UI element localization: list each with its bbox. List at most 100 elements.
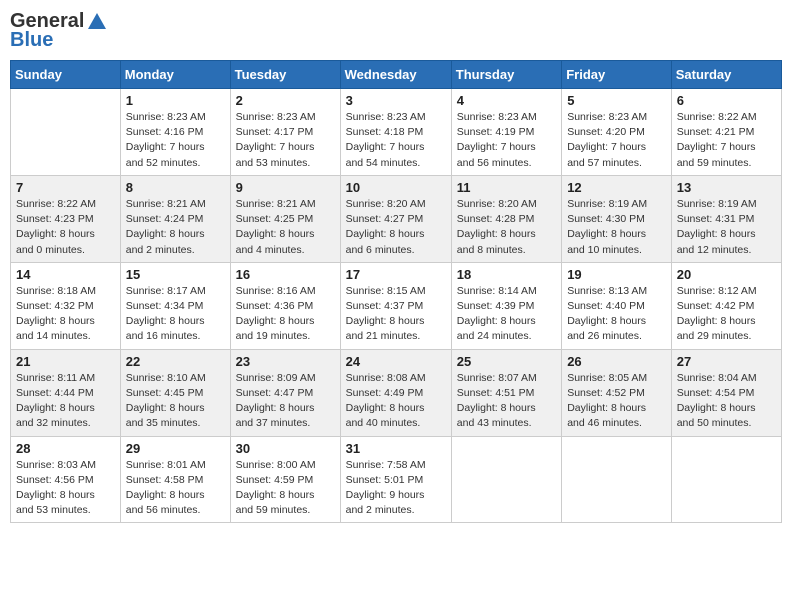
calendar-cell: 19 Sunrise: 8:13 AMSunset: 4:40 PMDayligh… xyxy=(562,262,672,349)
cell-info: Sunrise: 8:00 AMSunset: 4:59 PMDaylight:… xyxy=(236,458,335,519)
calendar-cell: 31 Sunrise: 7:58 AMSunset: 5:01 PMDayligh… xyxy=(340,436,451,523)
day-number: 21 xyxy=(16,354,115,369)
calendar-cell: 4 Sunrise: 8:23 AMSunset: 4:19 PMDaylight… xyxy=(451,89,561,176)
day-number: 29 xyxy=(126,441,225,456)
cell-info: Sunrise: 8:18 AMSunset: 4:32 PMDaylight:… xyxy=(16,284,115,345)
cell-info: Sunrise: 8:16 AMSunset: 4:36 PMDaylight:… xyxy=(236,284,335,345)
calendar-cell xyxy=(451,436,561,523)
calendar-cell: 30 Sunrise: 8:00 AMSunset: 4:59 PMDayligh… xyxy=(230,436,340,523)
cell-info: Sunrise: 8:05 AMSunset: 4:52 PMDaylight:… xyxy=(567,371,666,432)
day-number: 5 xyxy=(567,93,666,108)
calendar-cell: 18 Sunrise: 8:14 AMSunset: 4:39 PMDayligh… xyxy=(451,262,561,349)
cell-info: Sunrise: 8:23 AMSunset: 4:20 PMDaylight:… xyxy=(567,110,666,171)
page-header: General Blue xyxy=(10,10,782,52)
day-of-week-header: Tuesday xyxy=(230,61,340,89)
day-number: 18 xyxy=(457,267,556,282)
cell-info: Sunrise: 8:12 AMSunset: 4:42 PMDaylight:… xyxy=(677,284,776,345)
day-number: 26 xyxy=(567,354,666,369)
day-number: 7 xyxy=(16,180,115,195)
calendar-cell: 26 Sunrise: 8:05 AMSunset: 4:52 PMDayligh… xyxy=(562,349,672,436)
cell-info: Sunrise: 8:21 AMSunset: 4:25 PMDaylight:… xyxy=(236,197,335,258)
day-number: 14 xyxy=(16,267,115,282)
cell-info: Sunrise: 8:23 AMSunset: 4:18 PMDaylight:… xyxy=(346,110,446,171)
day-number: 31 xyxy=(346,441,446,456)
cell-info: Sunrise: 8:23 AMSunset: 4:16 PMDaylight:… xyxy=(126,110,225,171)
day-of-week-header: Sunday xyxy=(11,61,121,89)
day-number: 27 xyxy=(677,354,776,369)
day-number: 6 xyxy=(677,93,776,108)
calendar-cell: 29 Sunrise: 8:01 AMSunset: 4:58 PMDayligh… xyxy=(120,436,230,523)
day-number: 9 xyxy=(236,180,335,195)
calendar-cell: 1 Sunrise: 8:23 AMSunset: 4:16 PMDaylight… xyxy=(120,89,230,176)
calendar-cell: 25 Sunrise: 8:07 AMSunset: 4:51 PMDayligh… xyxy=(451,349,561,436)
calendar-cell: 28 Sunrise: 8:03 AMSunset: 4:56 PMDayligh… xyxy=(11,436,121,523)
calendar-cell: 27Sunrise: 8:04 AMSunset: 4:54 PMDayligh… xyxy=(671,349,781,436)
cell-info: Sunrise: 8:11 AMSunset: 4:44 PMDaylight:… xyxy=(16,371,115,432)
cell-info: Sunrise: 7:58 AMSunset: 5:01 PMDaylight:… xyxy=(346,458,446,519)
cell-info: Sunrise: 8:10 AMSunset: 4:45 PMDaylight:… xyxy=(126,371,225,432)
day-of-week-header: Thursday xyxy=(451,61,561,89)
calendar-cell: 14 Sunrise: 8:18 AMSunset: 4:32 PMDayligh… xyxy=(11,262,121,349)
day-number: 11 xyxy=(457,180,556,195)
calendar-cell: 5 Sunrise: 8:23 AMSunset: 4:20 PMDaylight… xyxy=(562,89,672,176)
calendar-cell: 8Sunrise: 8:21 AMSunset: 4:24 PMDaylight… xyxy=(120,175,230,262)
cell-info: Sunrise: 8:15 AMSunset: 4:37 PMDaylight:… xyxy=(346,284,446,345)
cell-info: Sunrise: 8:21 AMSunset: 4:24 PMDaylight:… xyxy=(126,197,225,258)
cell-info: Sunrise: 8:09 AMSunset: 4:47 PMDaylight:… xyxy=(236,371,335,432)
day-number: 30 xyxy=(236,441,335,456)
cell-info: Sunrise: 8:22 AMSunset: 4:21 PMDaylight:… xyxy=(677,110,776,171)
logo: General Blue xyxy=(10,10,108,52)
calendar-cell: 16 Sunrise: 8:16 AMSunset: 4:36 PMDayligh… xyxy=(230,262,340,349)
day-number: 13 xyxy=(677,180,776,195)
day-number: 1 xyxy=(126,93,225,108)
cell-info: Sunrise: 8:13 AMSunset: 4:40 PMDaylight:… xyxy=(567,284,666,345)
day-number: 3 xyxy=(346,93,446,108)
day-of-week-header: Monday xyxy=(120,61,230,89)
day-number: 10 xyxy=(346,180,446,195)
day-number: 4 xyxy=(457,93,556,108)
day-of-week-header: Saturday xyxy=(671,61,781,89)
cell-info: Sunrise: 8:08 AMSunset: 4:49 PMDaylight:… xyxy=(346,371,446,432)
calendar-cell: 15Sunrise: 8:17 AMSunset: 4:34 PMDayligh… xyxy=(120,262,230,349)
day-number: 22 xyxy=(126,354,225,369)
cell-info: Sunrise: 8:01 AMSunset: 4:58 PMDaylight:… xyxy=(126,458,225,519)
calendar-cell: 11 Sunrise: 8:20 AMSunset: 4:28 PMDayligh… xyxy=(451,175,561,262)
cell-info: Sunrise: 8:07 AMSunset: 4:51 PMDaylight:… xyxy=(457,371,556,432)
calendar-cell: 3 Sunrise: 8:23 AMSunset: 4:18 PMDaylight… xyxy=(340,89,451,176)
calendar-cell: 7 Sunrise: 8:22 AMSunset: 4:23 PMDaylight… xyxy=(11,175,121,262)
calendar-cell: 22 Sunrise: 8:10 AMSunset: 4:45 PMDayligh… xyxy=(120,349,230,436)
cell-info: Sunrise: 8:14 AMSunset: 4:39 PMDaylight:… xyxy=(457,284,556,345)
calendar-cell: 20 Sunrise: 8:12 AMSunset: 4:42 PMDayligh… xyxy=(671,262,781,349)
day-number: 20 xyxy=(677,267,776,282)
day-of-week-header: Wednesday xyxy=(340,61,451,89)
cell-info: Sunrise: 8:20 AMSunset: 4:28 PMDaylight:… xyxy=(457,197,556,258)
cell-info: Sunrise: 8:19 AMSunset: 4:31 PMDaylight:… xyxy=(677,197,776,258)
logo-icon xyxy=(86,11,108,33)
cell-info: Sunrise: 8:22 AMSunset: 4:23 PMDaylight:… xyxy=(16,197,115,258)
day-number: 28 xyxy=(16,441,115,456)
day-number: 2 xyxy=(236,93,335,108)
calendar-cell: 17Sunrise: 8:15 AMSunset: 4:37 PMDayligh… xyxy=(340,262,451,349)
cell-info: Sunrise: 8:20 AMSunset: 4:27 PMDaylight:… xyxy=(346,197,446,258)
day-number: 19 xyxy=(567,267,666,282)
day-number: 23 xyxy=(236,354,335,369)
day-number: 12 xyxy=(567,180,666,195)
day-number: 16 xyxy=(236,267,335,282)
calendar-cell: 23 Sunrise: 8:09 AMSunset: 4:47 PMDayligh… xyxy=(230,349,340,436)
calendar-cell xyxy=(671,436,781,523)
logo-blue: Blue xyxy=(10,29,53,52)
calendar-cell: 10 Sunrise: 8:20 AMSunset: 4:27 PMDayligh… xyxy=(340,175,451,262)
day-of-week-header: Friday xyxy=(562,61,672,89)
calendar-cell: 21 Sunrise: 8:11 AMSunset: 4:44 PMDayligh… xyxy=(11,349,121,436)
cell-info: Sunrise: 8:19 AMSunset: 4:30 PMDaylight:… xyxy=(567,197,666,258)
calendar-cell xyxy=(562,436,672,523)
day-number: 24 xyxy=(346,354,446,369)
calendar-cell xyxy=(11,89,121,176)
cell-info: Sunrise: 8:03 AMSunset: 4:56 PMDaylight:… xyxy=(16,458,115,519)
cell-info: Sunrise: 8:23 AMSunset: 4:19 PMDaylight:… xyxy=(457,110,556,171)
day-number: 25 xyxy=(457,354,556,369)
cell-info: Sunrise: 8:17 AMSunset: 4:34 PMDaylight:… xyxy=(126,284,225,345)
calendar-cell: 6 Sunrise: 8:22 AMSunset: 4:21 PMDaylight… xyxy=(671,89,781,176)
calendar-cell: 12 Sunrise: 8:19 AMSunset: 4:30 PMDayligh… xyxy=(562,175,672,262)
cell-info: Sunrise: 8:23 AMSunset: 4:17 PMDaylight:… xyxy=(236,110,335,171)
